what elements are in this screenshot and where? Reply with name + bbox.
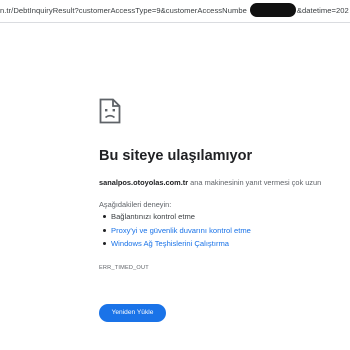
- url-tail: &datetime=202: [296, 6, 349, 15]
- bullet-icon: [103, 242, 106, 245]
- suggestions-list: Bağlantınızı kontrol etme Proxy'yi ve gü…: [103, 212, 251, 253]
- description-text: ana makinesinin yanıt vermesi çok uzun: [188, 178, 322, 187]
- address-bar[interactable]: n.tr/DebtInquiryResult?customerAccessTyp…: [0, 0, 350, 23]
- bullet-icon: [103, 228, 106, 232]
- host-name: sanalpos.otoyolas.com.tr: [99, 178, 189, 187]
- error-description: sanalpos.otoyolas.com.tr ana makinesinin…: [99, 178, 321, 187]
- url-text[interactable]: n.tr/DebtInquiryResult?customerAccessTyp…: [0, 6, 349, 15]
- redaction-mark: [250, 3, 296, 17]
- reload-button[interactable]: Yeniden Yükle: [99, 304, 166, 322]
- sad-document-icon: [99, 98, 121, 124]
- url-visible: n.tr/DebtInquiryResult?customerAccessTyp…: [0, 6, 247, 15]
- suggestion-run-diagnostics-link[interactable]: Windows Ağ Teşhislerini Çalıştırma: [103, 239, 251, 253]
- suggestion-label[interactable]: Proxy'yi ve güvenlik duvarını kontrol et…: [111, 226, 251, 235]
- bullet-icon: [103, 215, 106, 218]
- suggestion-check-connection: Bağlantınızı kontrol etme: [103, 212, 251, 226]
- suggestion-check-proxy-link[interactable]: Proxy'yi ve güvenlik duvarını kontrol et…: [103, 226, 251, 240]
- error-code: ERR_TIMED_OUT: [99, 265, 149, 271]
- suggestion-label: Bağlantınızı kontrol etme: [111, 212, 195, 221]
- suggestions-heading: Aşağıdakileri deneyin:: [99, 200, 172, 209]
- page-title: Bu siteye ulaşılamıyor: [99, 148, 253, 164]
- suggestion-label[interactable]: Windows Ağ Teşhislerini Çalıştırma: [111, 239, 229, 248]
